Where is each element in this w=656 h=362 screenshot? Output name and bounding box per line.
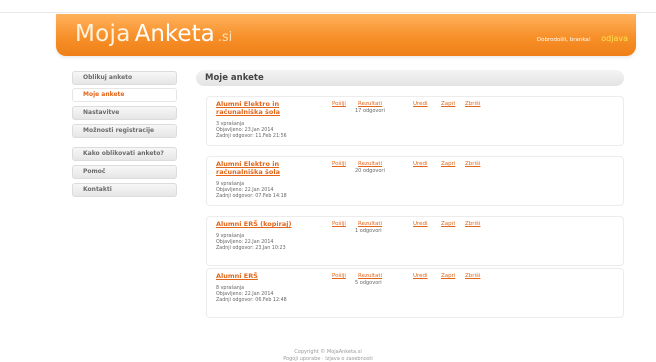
survey-last-answer: Zadnji odgovor: 23.Jan 10:23 xyxy=(216,246,286,251)
survey-last-answer: Zadnji odgovor: 06.Feb 12:48 xyxy=(216,298,287,303)
survey-card: Alumni Elektro in računalniška šola 3 vp… xyxy=(206,96,624,146)
edit-link[interactable]: Uredi xyxy=(413,161,428,167)
survey-title-link[interactable]: Alumni ERŠ xyxy=(216,272,346,281)
survey-response-count: 20 odgovori xyxy=(355,168,385,174)
greeting-text: Dobrodošli, branka! xyxy=(536,37,591,43)
results-link[interactable]: Rezultati xyxy=(358,161,382,167)
logout-link[interactable]: odjava xyxy=(601,34,628,43)
footer-copyright: Copyright © MojaAnketa.si xyxy=(294,349,362,355)
close-link[interactable]: Zapri xyxy=(441,273,455,279)
send-link[interactable]: Pošlji xyxy=(332,221,346,227)
main-title-bar: Moje ankete xyxy=(196,70,624,86)
logo-anketa: Anketa xyxy=(134,21,215,47)
edit-link[interactable]: Uredi xyxy=(413,101,428,107)
survey-last-answer: Zadnji odgovor: 11.Feb 21:56 xyxy=(216,134,287,139)
survey-card: Alumni ERŠ 8 vprašanja Objavljeno: 22.Ja… xyxy=(206,268,624,318)
results-link[interactable]: Rezultati xyxy=(358,221,382,227)
survey-last-answer: Zadnji odgovor: 07.Feb 14:18 xyxy=(216,194,287,199)
sidebar-item-my-surveys[interactable]: Moje ankete xyxy=(72,88,177,102)
survey-title-link[interactable]: Alumni ERŠ (kopiraj) xyxy=(216,220,346,229)
survey-response-count: 1 odgovori xyxy=(355,228,382,234)
delete-link[interactable]: Zbriši xyxy=(465,101,480,107)
close-link[interactable]: Zapri xyxy=(441,101,455,107)
sidebar-item-registration-options[interactable]: Možnosti registracije xyxy=(72,124,177,138)
sidebar-item-how-to-design[interactable]: Kako oblikovati anketo? xyxy=(72,147,177,161)
close-link[interactable]: Zapri xyxy=(441,161,455,167)
close-link[interactable]: Zapri xyxy=(441,221,455,227)
top-border xyxy=(0,12,656,13)
results-link[interactable]: Rezultati xyxy=(358,101,382,107)
logo[interactable]: Moja Anketa .si xyxy=(75,22,232,50)
delete-link[interactable]: Zbriši xyxy=(465,161,480,167)
logo-si: .si xyxy=(217,30,233,45)
sidebar-item-contacts[interactable]: Kontakti xyxy=(72,183,177,197)
survey-card: Alumni ERŠ (kopiraj) 9 vprašanja Objavlj… xyxy=(206,216,624,266)
results-link[interactable]: Rezultati xyxy=(358,273,382,279)
survey-response-count: 5 odgovori xyxy=(355,280,382,286)
survey-response-count: 17 odgovori xyxy=(355,108,385,114)
survey-title-link[interactable]: Alumni Elektro in računalniška šola xyxy=(216,160,326,176)
edit-link[interactable]: Uredi xyxy=(413,273,428,279)
sidebar-item-design-survey[interactable]: Oblikuj anketo xyxy=(72,71,177,85)
survey-card: Alumni Elektro in računalniška šola 9 vp… xyxy=(206,156,624,206)
footer-links[interactable]: Pogoji uporabe · Izjava o zasebnosti xyxy=(0,356,656,362)
send-link[interactable]: Pošlji xyxy=(332,101,346,107)
sidebar-item-settings[interactable]: Nastavitve xyxy=(72,106,177,120)
sidebar-item-help[interactable]: Pomoč xyxy=(72,165,177,179)
page-title: Moje ankete xyxy=(205,73,264,83)
logo-moja: Moja xyxy=(75,21,131,47)
delete-link[interactable]: Zbriši xyxy=(465,221,480,227)
survey-title-link[interactable]: Alumni Elektro in računalniška šola xyxy=(216,100,326,116)
delete-link[interactable]: Zbriši xyxy=(465,273,480,279)
header-bar: Moja Anketa .si Dobrodošli, branka! odjava xyxy=(56,14,636,56)
send-link[interactable]: Pošlji xyxy=(332,273,346,279)
send-link[interactable]: Pošlji xyxy=(332,161,346,167)
edit-link[interactable]: Uredi xyxy=(413,221,428,227)
